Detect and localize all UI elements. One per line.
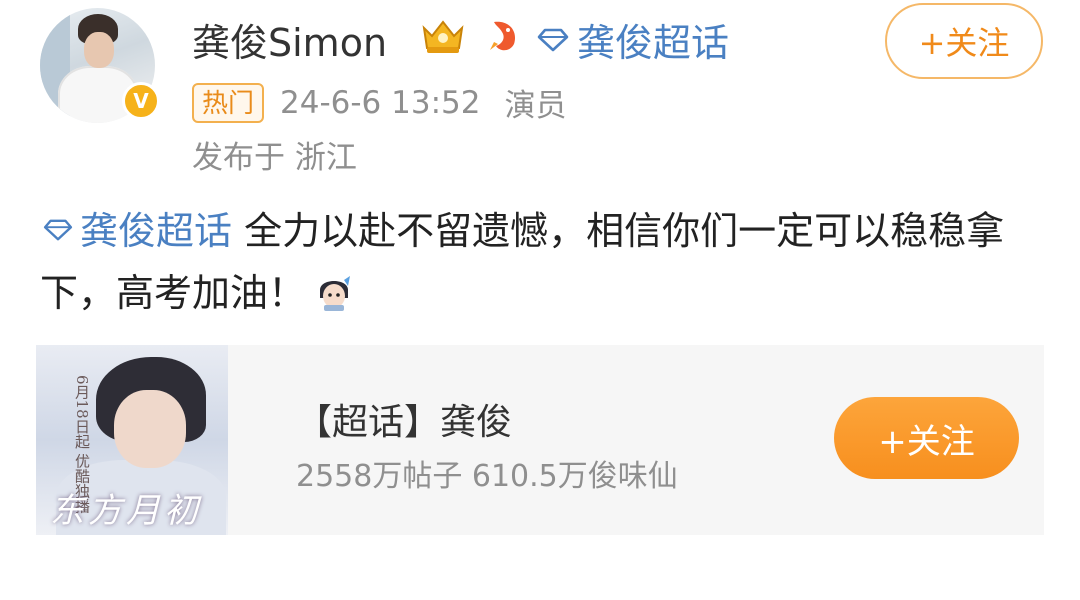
sticker-emoji-icon	[320, 276, 351, 311]
post-content: 龚俊超话 全力以赴不留遗憾，相信你们一定可以稳稳拿下，高考加油！	[40, 200, 1040, 324]
content-supertopic-label: 龚俊超话	[80, 209, 233, 253]
post-meta: 热门 24-6-6 13:52 演员	[192, 80, 566, 125]
author-role: 演员	[504, 88, 567, 124]
author-name[interactable]: 龚俊Simon	[192, 12, 387, 67]
verified-v-icon: V	[122, 82, 160, 120]
content-supertopic-link[interactable]: 龚俊超话	[40, 209, 232, 253]
supertopic-diamond-icon	[43, 219, 73, 241]
post-time: 24-6-6 13:52	[280, 84, 481, 121]
supertopic-diamond-icon	[537, 28, 569, 51]
cover-figure-face	[114, 390, 186, 468]
supertopic-header-link[interactable]: 龚俊超话	[535, 12, 729, 67]
crown-badge-icon	[422, 20, 464, 53]
follow-supertopic-button[interactable]: +关注	[834, 397, 1019, 479]
supertopic-card-stats: 2558万帖子 610.5万俊味仙	[296, 459, 678, 494]
supertopic-card[interactable]: 6月18日起 优酷独播 东方月初 【超话】龚俊 2558万帖子 610.5万俊味…	[36, 345, 1044, 535]
post-location: 发布于 浙江	[192, 140, 357, 176]
hot-badge: 热门	[192, 82, 265, 123]
cover-title: 东方月初	[50, 491, 202, 531]
supertopic-cover-image: 6月18日起 优酷独播 东方月初	[36, 345, 228, 535]
supertopic-card-title: 【超话】龚俊	[296, 402, 513, 443]
fish-badge-icon	[490, 21, 516, 51]
avatar-figure-face	[84, 32, 114, 68]
follow-author-button[interactable]: +关注	[885, 3, 1043, 79]
supertopic-header-label: 龚俊超话	[577, 21, 730, 65]
